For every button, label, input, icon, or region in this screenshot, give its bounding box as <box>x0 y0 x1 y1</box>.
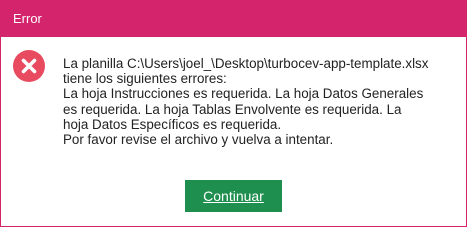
message-line: es requerida. La hoja Tablas Envolvente … <box>63 101 402 117</box>
error-dialog: Error La planilla C:\Users\joel_\Desktop… <box>0 0 467 227</box>
dialog-title: Error <box>1 1 466 37</box>
error-x-circle-icon <box>13 50 45 82</box>
error-message: La planilla C:\Users\joel_\Desktop\turbo… <box>63 56 459 147</box>
message-line: La hoja Instrucciones es requerida. La h… <box>63 86 424 102</box>
message-line: tiene los siguientes errores: <box>63 71 227 87</box>
continue-button[interactable]: Continuar <box>185 180 282 212</box>
message-line: La planilla C:\Users\joel_\Desktop\turbo… <box>63 56 429 71</box>
message-line: Por favor revise el archivo y vuelva a i… <box>63 132 334 148</box>
message-line: hoja Datos Específicos es requerida. <box>63 116 282 132</box>
